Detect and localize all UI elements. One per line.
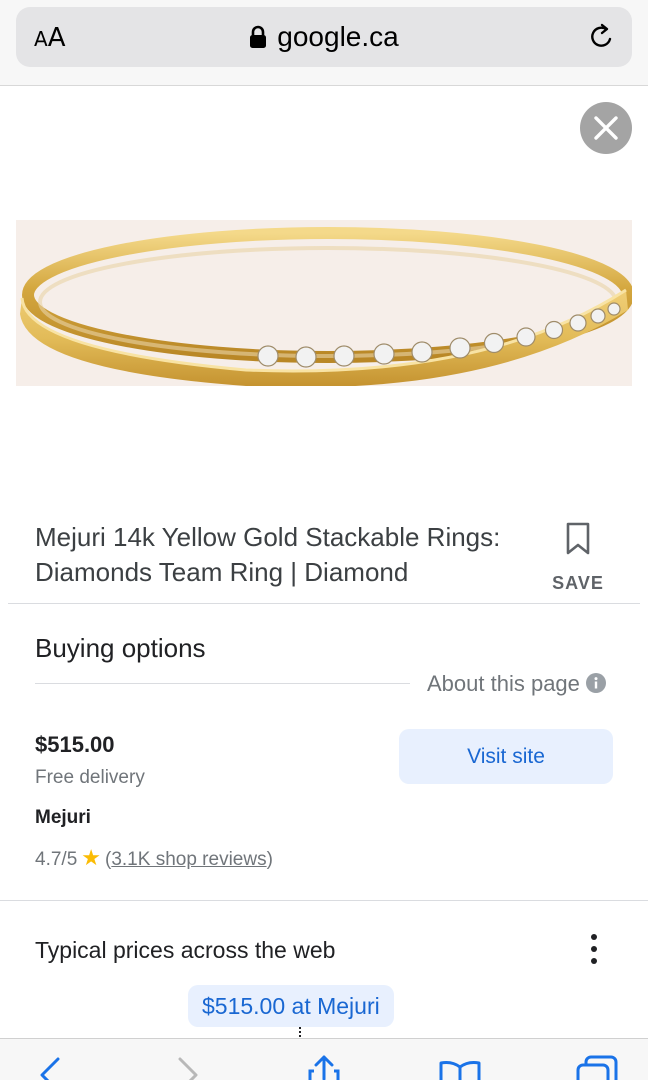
address-bar[interactable]: AA google.ca <box>16 7 632 67</box>
browser-address-area: AA google.ca <box>0 0 648 86</box>
info-icon <box>585 673 606 693</box>
tabs-icon[interactable] <box>576 1055 618 1080</box>
section-divider <box>35 683 410 684</box>
url-display[interactable]: google.ca <box>16 21 632 53</box>
visit-site-button[interactable]: Visit site <box>399 729 613 784</box>
domain-text: google.ca <box>277 21 399 52</box>
buying-options-title: Buying options <box>35 633 206 663</box>
divider <box>8 603 640 604</box>
save-button[interactable]: SAVE <box>548 522 608 594</box>
shop-reviews-link[interactable]: 3.1K shop reviews <box>111 849 266 870</box>
ring-illustration <box>20 227 632 386</box>
save-label: SAVE <box>552 573 604 593</box>
merchant-name: Mejuri <box>35 807 91 828</box>
rating-value: 4.7/5 <box>35 849 78 870</box>
delivery-info: Free delivery <box>35 767 145 788</box>
reload-icon[interactable] <box>588 23 616 53</box>
merchant-rating: 4.7/5 ★ (3.1K shop reviews) <box>35 845 273 870</box>
typical-prices-title: Typical prices across the web <box>35 937 336 963</box>
bookmarks-icon[interactable] <box>438 1059 482 1080</box>
more-options-icon[interactable] <box>584 934 604 968</box>
divider <box>0 900 648 901</box>
forward-icon[interactable] <box>176 1053 202 1080</box>
product-image <box>16 220 632 386</box>
bookmark-icon <box>566 522 590 555</box>
about-this-page-label: About this page <box>427 671 580 696</box>
back-icon[interactable] <box>36 1053 62 1080</box>
offer-price: $515.00 <box>35 732 115 757</box>
about-this-page-link[interactable]: About this page <box>427 671 606 697</box>
share-icon[interactable] <box>306 1055 342 1080</box>
star-icon: ★ <box>81 845 101 870</box>
close-icon <box>594 116 618 140</box>
lock-icon <box>250 25 267 48</box>
price-chip[interactable]: $515.00 at Mejuri <box>188 985 394 1027</box>
product-title: Mejuri 14k Yellow Gold Stackable Rings: … <box>35 522 501 587</box>
close-button[interactable] <box>580 102 632 154</box>
browser-toolbar <box>0 1038 648 1080</box>
price-marker <box>299 1027 301 1037</box>
